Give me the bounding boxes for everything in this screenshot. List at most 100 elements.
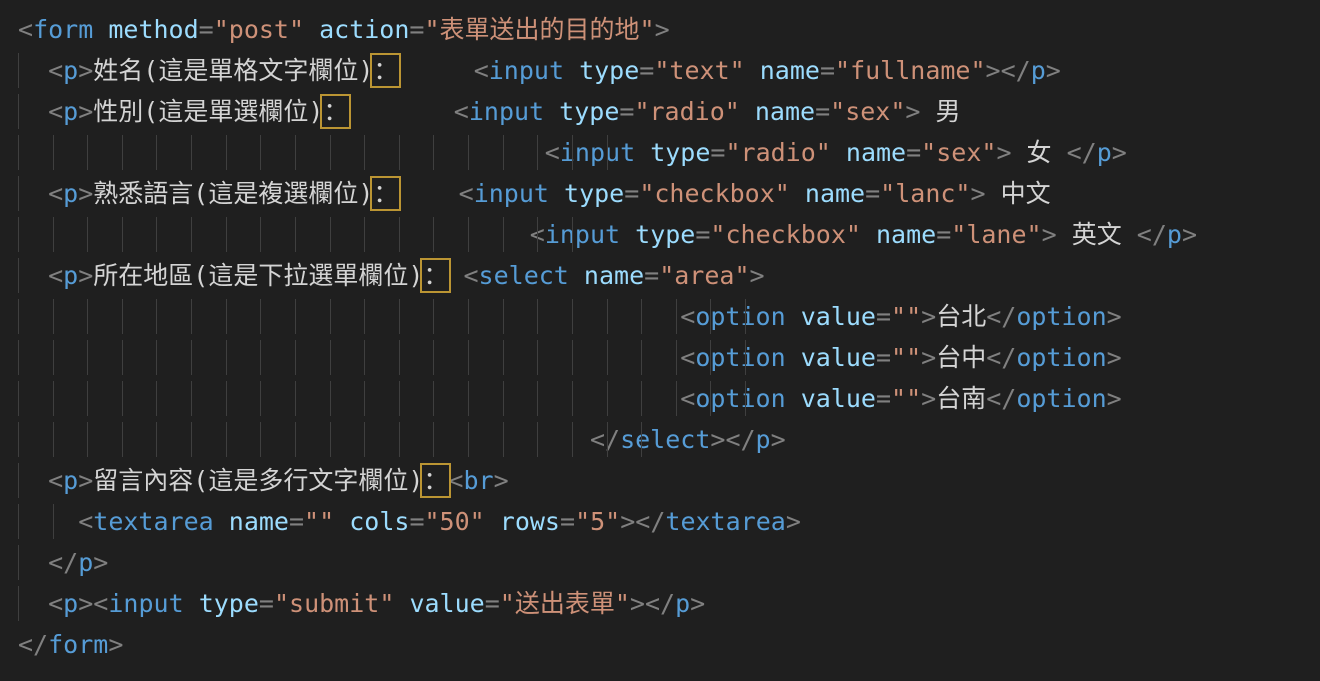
code-token: < — [48, 466, 63, 495]
code-line: <p><input type="submit" value="送出表單"></p… — [18, 583, 1320, 624]
code-token: option — [1016, 384, 1106, 413]
code-token: option — [695, 384, 785, 413]
code-token: name — [876, 220, 936, 249]
code-token: name — [229, 507, 289, 536]
code-token: < — [48, 97, 63, 126]
code-token: p — [78, 548, 93, 577]
code-token — [831, 138, 846, 167]
code-token: > — [1112, 138, 1127, 167]
code-token: type — [564, 179, 624, 208]
code-token: = — [639, 56, 654, 85]
code-token: 台南 — [936, 384, 986, 413]
code-token: > — [921, 343, 936, 372]
code-token: = — [710, 138, 725, 167]
code-token: = — [906, 138, 921, 167]
code-token — [18, 220, 530, 249]
code-token: select — [620, 425, 710, 454]
code-token: value — [801, 343, 876, 372]
code-token — [184, 589, 199, 618]
code-token — [18, 589, 48, 618]
code-token: < — [459, 179, 474, 208]
code-token: "" — [891, 343, 921, 372]
code-token — [18, 302, 680, 331]
code-token: input — [489, 56, 564, 85]
code-token: input — [560, 138, 635, 167]
code-token: > — [78, 589, 93, 618]
code-token: </ — [986, 343, 1016, 372]
code-token: = — [936, 220, 951, 249]
code-token: "" — [891, 302, 921, 331]
code-token: "" — [891, 384, 921, 413]
code-token — [448, 261, 463, 290]
code-token — [635, 138, 650, 167]
code-token — [18, 466, 48, 495]
code-token: > — [655, 15, 670, 44]
code-token: cols — [349, 507, 409, 536]
code-token: </ — [725, 425, 755, 454]
code-token: name — [755, 97, 815, 126]
code-token: > — [786, 507, 801, 536]
code-token: > — [1107, 384, 1122, 413]
code-token: value — [801, 302, 876, 331]
code-token — [745, 56, 760, 85]
code-token: = — [560, 507, 575, 536]
code-token — [398, 179, 458, 208]
code-token — [93, 15, 108, 44]
code-token: "text" — [654, 56, 744, 85]
code-token: "sex" — [830, 97, 905, 126]
code-line: </select></p> — [18, 419, 1320, 460]
code-token: "radio" — [634, 97, 739, 126]
code-token: > — [921, 384, 936, 413]
code-token — [485, 507, 500, 536]
code-token: < — [454, 97, 469, 126]
ambiguous-unicode-highlight: ： — [373, 56, 398, 85]
code-token: "50" — [425, 507, 485, 536]
code-token: "" — [304, 507, 334, 536]
code-token: < — [463, 261, 478, 290]
code-token: input — [469, 97, 544, 126]
code-line: <textarea name="" cols="50" rows="5"></t… — [18, 501, 1320, 542]
code-token: > — [494, 466, 509, 495]
code-line: <input type="radio" name="sex"> 女 </p> — [18, 132, 1320, 173]
code-token: p — [63, 179, 78, 208]
code-token: < — [680, 343, 695, 372]
code-token: p — [63, 97, 78, 126]
code-token: type — [579, 56, 639, 85]
code-token: = — [695, 220, 710, 249]
code-token: p — [675, 589, 690, 618]
code-line: </form> — [18, 624, 1320, 665]
code-token: > — [78, 97, 93, 126]
code-token: > — [78, 56, 93, 85]
code-token: > — [970, 179, 985, 208]
code-token: value — [801, 384, 876, 413]
code-token — [18, 384, 680, 413]
code-token: < — [545, 138, 560, 167]
code-token: "表單送出的目的地" — [424, 15, 654, 44]
code-token: = — [820, 56, 835, 85]
code-token: > — [1182, 220, 1197, 249]
code-token: 女 — [1012, 138, 1067, 167]
code-token: > — [1107, 302, 1122, 331]
code-token: rows — [500, 507, 560, 536]
ambiguous-unicode-highlight: ： — [423, 261, 448, 290]
code-token — [740, 97, 755, 126]
code-token: "checkbox" — [710, 220, 861, 249]
code-token: 姓名(這是單格文字欄位) — [93, 56, 373, 85]
code-token: > — [1107, 343, 1122, 372]
code-token: = — [815, 97, 830, 126]
code-token: < — [680, 384, 695, 413]
code-token: < — [93, 589, 108, 618]
code-token — [394, 589, 409, 618]
code-token: name — [760, 56, 820, 85]
code-token — [18, 261, 48, 290]
code-token: p — [1097, 138, 1112, 167]
code-editor[interactable]: <form method="post" action="表單送出的目的地"> <… — [0, 0, 1320, 681]
code-token: = — [289, 507, 304, 536]
code-token: option — [1016, 343, 1106, 372]
code-token: p — [756, 425, 771, 454]
code-token: > — [630, 589, 645, 618]
code-token: "lanc" — [880, 179, 970, 208]
code-token: option — [1016, 302, 1106, 331]
code-token — [398, 56, 473, 85]
code-token: < — [48, 589, 63, 618]
